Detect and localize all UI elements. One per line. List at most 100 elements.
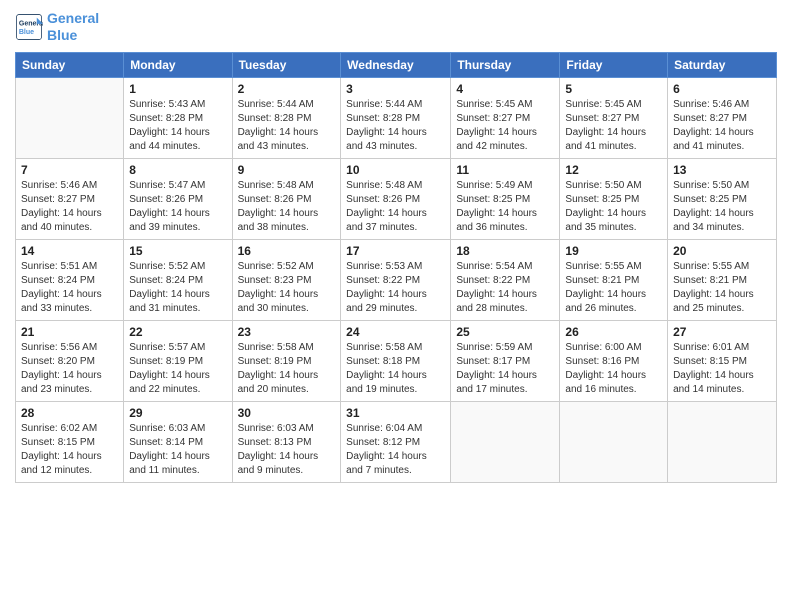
- day-number: 7: [21, 163, 118, 177]
- calendar-cell: 8 Sunrise: 5:47 AM Sunset: 8:26 PM Dayli…: [124, 158, 232, 239]
- daylight-text: Daylight: 14 hours and 34 minutes.: [673, 208, 754, 233]
- sunrise-text: Sunrise: 6:00 AM: [565, 342, 641, 353]
- calendar-cell: 14 Sunrise: 5:51 AM Sunset: 8:24 PM Dayl…: [16, 239, 124, 320]
- sunrise-text: Sunrise: 5:57 AM: [129, 342, 205, 353]
- calendar-cell: 1 Sunrise: 5:43 AM Sunset: 8:28 PM Dayli…: [124, 77, 232, 158]
- daylight-text: Daylight: 14 hours and 12 minutes.: [21, 451, 102, 476]
- sunset-text: Sunset: 8:27 PM: [673, 113, 747, 124]
- sunrise-text: Sunrise: 5:50 AM: [673, 180, 749, 191]
- day-info: Sunrise: 6:01 AM Sunset: 8:15 PM Dayligh…: [673, 341, 771, 397]
- daylight-text: Daylight: 14 hours and 40 minutes.: [21, 208, 102, 233]
- daylight-text: Daylight: 14 hours and 26 minutes.: [565, 289, 646, 314]
- daylight-text: Daylight: 14 hours and 28 minutes.: [456, 289, 537, 314]
- day-info: Sunrise: 5:58 AM Sunset: 8:18 PM Dayligh…: [346, 341, 445, 397]
- sunset-text: Sunset: 8:28 PM: [129, 113, 203, 124]
- calendar-cell: 22 Sunrise: 5:57 AM Sunset: 8:19 PM Dayl…: [124, 320, 232, 401]
- daylight-text: Daylight: 14 hours and 9 minutes.: [238, 451, 319, 476]
- sunset-text: Sunset: 8:25 PM: [565, 194, 639, 205]
- calendar-week-row: 7 Sunrise: 5:46 AM Sunset: 8:27 PM Dayli…: [16, 158, 777, 239]
- day-info: Sunrise: 6:02 AM Sunset: 8:15 PM Dayligh…: [21, 422, 118, 478]
- sunset-text: Sunset: 8:26 PM: [346, 194, 420, 205]
- daylight-text: Daylight: 14 hours and 38 minutes.: [238, 208, 319, 233]
- sunrise-text: Sunrise: 5:52 AM: [129, 261, 205, 272]
- daylight-text: Daylight: 14 hours and 29 minutes.: [346, 289, 427, 314]
- day-info: Sunrise: 6:03 AM Sunset: 8:14 PM Dayligh…: [129, 422, 226, 478]
- sunset-text: Sunset: 8:27 PM: [565, 113, 639, 124]
- daylight-text: Daylight: 14 hours and 35 minutes.: [565, 208, 646, 233]
- sunset-text: Sunset: 8:26 PM: [129, 194, 203, 205]
- day-number: 22: [129, 325, 226, 339]
- day-info: Sunrise: 5:55 AM Sunset: 8:21 PM Dayligh…: [673, 260, 771, 316]
- daylight-text: Daylight: 14 hours and 41 minutes.: [673, 127, 754, 152]
- sunrise-text: Sunrise: 5:49 AM: [456, 180, 532, 191]
- daylight-text: Daylight: 14 hours and 20 minutes.: [238, 370, 319, 395]
- calendar-cell: 29 Sunrise: 6:03 AM Sunset: 8:14 PM Dayl…: [124, 401, 232, 482]
- daylight-text: Daylight: 14 hours and 43 minutes.: [346, 127, 427, 152]
- calendar-cell: 11 Sunrise: 5:49 AM Sunset: 8:25 PM Dayl…: [451, 158, 560, 239]
- sunset-text: Sunset: 8:25 PM: [456, 194, 530, 205]
- calendar-header-sunday: Sunday: [16, 52, 124, 77]
- day-number: 13: [673, 163, 771, 177]
- calendar-cell: 10 Sunrise: 5:48 AM Sunset: 8:26 PM Dayl…: [341, 158, 451, 239]
- daylight-text: Daylight: 14 hours and 25 minutes.: [673, 289, 754, 314]
- day-info: Sunrise: 5:44 AM Sunset: 8:28 PM Dayligh…: [346, 98, 445, 154]
- daylight-text: Daylight: 14 hours and 37 minutes.: [346, 208, 427, 233]
- sunrise-text: Sunrise: 5:58 AM: [238, 342, 314, 353]
- day-info: Sunrise: 5:46 AM Sunset: 8:27 PM Dayligh…: [673, 98, 771, 154]
- sunset-text: Sunset: 8:18 PM: [346, 356, 420, 367]
- sunset-text: Sunset: 8:17 PM: [456, 356, 530, 367]
- daylight-text: Daylight: 14 hours and 11 minutes.: [129, 451, 210, 476]
- calendar-cell: 5 Sunrise: 5:45 AM Sunset: 8:27 PM Dayli…: [560, 77, 668, 158]
- calendar-week-row: 21 Sunrise: 5:56 AM Sunset: 8:20 PM Dayl…: [16, 320, 777, 401]
- calendar-cell: 23 Sunrise: 5:58 AM Sunset: 8:19 PM Dayl…: [232, 320, 341, 401]
- calendar-header-saturday: Saturday: [668, 52, 777, 77]
- day-number: 6: [673, 82, 771, 96]
- daylight-text: Daylight: 14 hours and 22 minutes.: [129, 370, 210, 395]
- day-info: Sunrise: 5:51 AM Sunset: 8:24 PM Dayligh…: [21, 260, 118, 316]
- day-info: Sunrise: 5:52 AM Sunset: 8:23 PM Dayligh…: [238, 260, 336, 316]
- calendar-cell: [451, 401, 560, 482]
- calendar-cell: 4 Sunrise: 5:45 AM Sunset: 8:27 PM Dayli…: [451, 77, 560, 158]
- sunrise-text: Sunrise: 5:50 AM: [565, 180, 641, 191]
- day-number: 25: [456, 325, 554, 339]
- day-info: Sunrise: 5:50 AM Sunset: 8:25 PM Dayligh…: [673, 179, 771, 235]
- calendar-header-monday: Monday: [124, 52, 232, 77]
- day-number: 23: [238, 325, 336, 339]
- calendar-cell: 12 Sunrise: 5:50 AM Sunset: 8:25 PM Dayl…: [560, 158, 668, 239]
- day-info: Sunrise: 5:59 AM Sunset: 8:17 PM Dayligh…: [456, 341, 554, 397]
- day-info: Sunrise: 5:52 AM Sunset: 8:24 PM Dayligh…: [129, 260, 226, 316]
- calendar-cell: 13 Sunrise: 5:50 AM Sunset: 8:25 PM Dayl…: [668, 158, 777, 239]
- sunset-text: Sunset: 8:22 PM: [456, 275, 530, 286]
- sunrise-text: Sunrise: 5:51 AM: [21, 261, 97, 272]
- day-number: 15: [129, 244, 226, 258]
- calendar-header-friday: Friday: [560, 52, 668, 77]
- sunrise-text: Sunrise: 5:47 AM: [129, 180, 205, 191]
- sunrise-text: Sunrise: 5:45 AM: [456, 99, 532, 110]
- calendar-cell: [16, 77, 124, 158]
- sunset-text: Sunset: 8:26 PM: [238, 194, 312, 205]
- calendar-cell: 25 Sunrise: 5:59 AM Sunset: 8:17 PM Dayl…: [451, 320, 560, 401]
- day-number: 16: [238, 244, 336, 258]
- daylight-text: Daylight: 14 hours and 30 minutes.: [238, 289, 319, 314]
- sunset-text: Sunset: 8:23 PM: [238, 275, 312, 286]
- day-number: 30: [238, 406, 336, 420]
- day-info: Sunrise: 6:03 AM Sunset: 8:13 PM Dayligh…: [238, 422, 336, 478]
- day-info: Sunrise: 5:45 AM Sunset: 8:27 PM Dayligh…: [565, 98, 662, 154]
- calendar-cell: 21 Sunrise: 5:56 AM Sunset: 8:20 PM Dayl…: [16, 320, 124, 401]
- daylight-text: Daylight: 14 hours and 16 minutes.: [565, 370, 646, 395]
- day-number: 21: [21, 325, 118, 339]
- sunrise-text: Sunrise: 5:54 AM: [456, 261, 532, 272]
- logo: General Blue General Blue: [15, 10, 99, 44]
- daylight-text: Daylight: 14 hours and 39 minutes.: [129, 208, 210, 233]
- day-number: 2: [238, 82, 336, 96]
- day-number: 29: [129, 406, 226, 420]
- sunrise-text: Sunrise: 5:44 AM: [346, 99, 422, 110]
- sunrise-text: Sunrise: 5:56 AM: [21, 342, 97, 353]
- calendar-header-wednesday: Wednesday: [341, 52, 451, 77]
- daylight-text: Daylight: 14 hours and 41 minutes.: [565, 127, 646, 152]
- sunrise-text: Sunrise: 5:44 AM: [238, 99, 314, 110]
- calendar-cell: 24 Sunrise: 5:58 AM Sunset: 8:18 PM Dayl…: [341, 320, 451, 401]
- daylight-text: Daylight: 14 hours and 43 minutes.: [238, 127, 319, 152]
- sunrise-text: Sunrise: 5:46 AM: [21, 180, 97, 191]
- daylight-text: Daylight: 14 hours and 42 minutes.: [456, 127, 537, 152]
